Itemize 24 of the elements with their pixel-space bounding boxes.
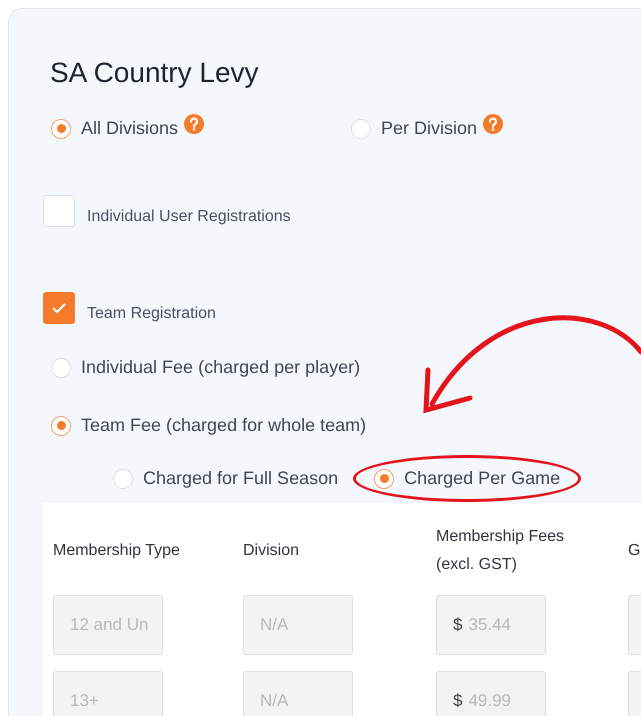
radio-button[interactable] [51, 118, 71, 138]
input-field[interactable]: $ 49.99 [436, 671, 546, 716]
radio-option[interactable]: Charged for Full Season [113, 468, 338, 489]
radio-option[interactable]: All Divisions [51, 118, 178, 139]
column-header: Division [243, 541, 300, 561]
help-icon[interactable] [184, 114, 204, 134]
radio-button[interactable] [351, 118, 371, 138]
checkbox-label: Individual User Registrations [87, 208, 291, 226]
column-header: G [628, 541, 641, 561]
input-field[interactable]: $ 35.44 [436, 595, 546, 655]
column-header: Membership Fees (excl. GST) [436, 527, 566, 575]
help-icon[interactable] [483, 114, 504, 134]
radio-button[interactable] [51, 416, 71, 436]
radio-button[interactable] [51, 358, 71, 378]
section-title: SA Country Levy [50, 57, 260, 89]
checkbox[interactable] [43, 292, 75, 324]
radio-button[interactable] [113, 468, 133, 488]
radio-option[interactable]: Team Fee (charged for whole team) [51, 415, 366, 436]
checkmark-icon [51, 302, 67, 314]
radio-option[interactable]: Individual Fee (charged per player) [51, 357, 360, 378]
column-header: Membership Type [53, 541, 181, 561]
radio-button[interactable] [374, 468, 394, 488]
radio-option[interactable]: Per Division [351, 118, 478, 139]
checkbox-label: Team Registration [87, 305, 216, 323]
